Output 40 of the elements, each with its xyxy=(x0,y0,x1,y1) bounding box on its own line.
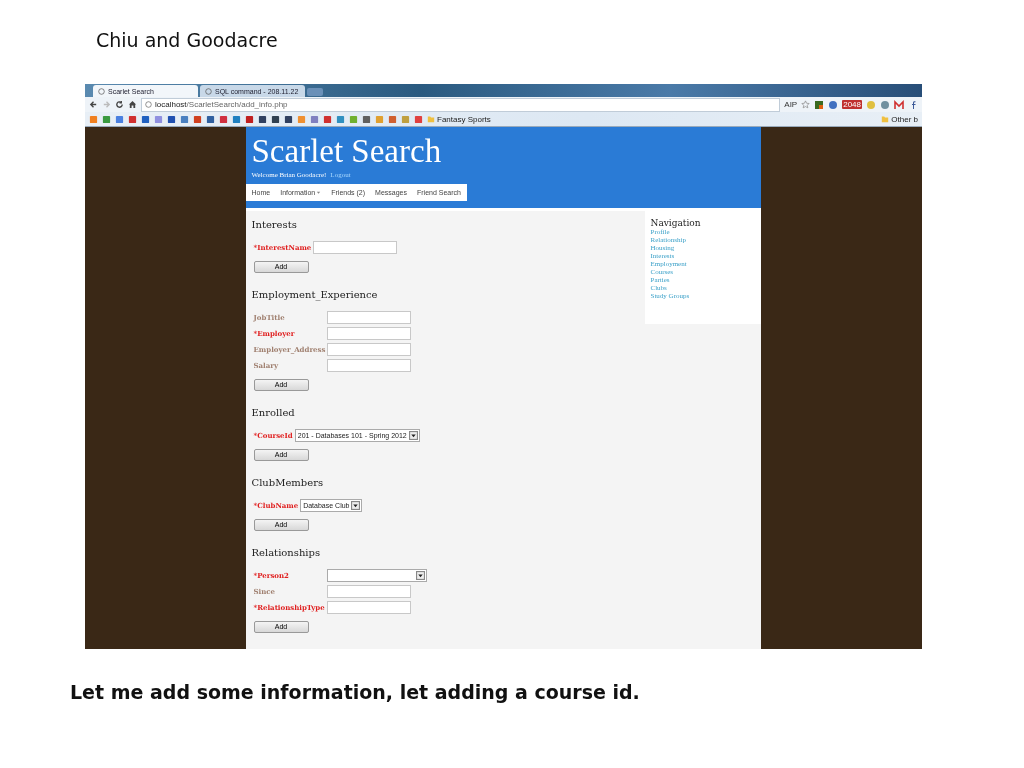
count-badge: 2048 xyxy=(842,100,862,110)
extension-icon[interactable] xyxy=(828,99,839,110)
home-icon[interactable] xyxy=(128,100,137,110)
slide-title: Chiu and Goodacre xyxy=(96,28,279,53)
globe-icon xyxy=(205,87,212,95)
new-tab-button[interactable] xyxy=(307,88,323,97)
slide-caption: Let me add some information, let adding a course id. xyxy=(70,681,641,703)
other-bookmarks[interactable]: Other b xyxy=(881,114,918,124)
section-heading: ClubMembers xyxy=(251,477,325,488)
caret-icon xyxy=(316,190,322,195)
globe-icon xyxy=(98,87,105,95)
mail-icon[interactable] xyxy=(894,99,904,110)
site-title: Scarlet Search xyxy=(251,133,443,169)
dropdown-field[interactable] xyxy=(326,568,427,582)
section-heading: Relationships xyxy=(251,547,322,558)
extension-icon[interactable] xyxy=(814,99,825,110)
star-icon[interactable] xyxy=(801,100,811,110)
dropdown-arrow-icon xyxy=(351,500,361,510)
input-field[interactable] xyxy=(327,358,412,372)
globe-icon xyxy=(145,101,152,109)
input-field[interactable] xyxy=(327,342,412,356)
address-field[interactable]: localhost/ScarletSearch/add_info.php xyxy=(141,97,781,112)
extension-icon[interactable] xyxy=(880,99,890,110)
input-field[interactable] xyxy=(326,600,411,614)
dropdown-arrow-icon xyxy=(408,430,418,440)
folder-icon xyxy=(881,115,890,123)
input-field[interactable] xyxy=(313,240,398,254)
input-field[interactable] xyxy=(326,584,411,598)
input-field[interactable] xyxy=(327,310,412,324)
folder-icon xyxy=(427,115,435,123)
navigation-heading: Navigation xyxy=(650,218,702,228)
extension-label[interactable]: AIP xyxy=(784,100,798,110)
reload-icon[interactable] xyxy=(115,100,124,110)
section-heading: Employment_Experience xyxy=(251,289,379,300)
input-field[interactable] xyxy=(327,326,412,340)
section-heading: Enrolled xyxy=(251,407,296,418)
section-heading: Interests xyxy=(251,219,298,230)
back-icon[interactable] xyxy=(89,100,98,110)
dropdown-arrow-icon xyxy=(415,570,425,580)
bookmark-folder[interactable]: Fantasy Sports xyxy=(427,114,491,124)
